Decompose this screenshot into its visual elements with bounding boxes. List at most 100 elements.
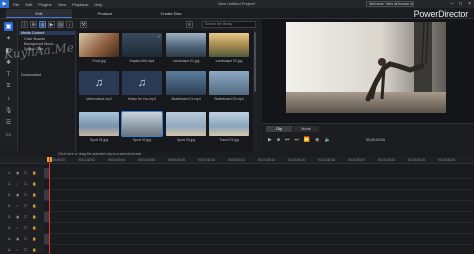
menu-help[interactable]: Help: [94, 2, 102, 7]
media-caption: Mahoroland.mp3: [86, 97, 112, 101]
next-frame-icon[interactable]: ⏭: [294, 137, 299, 143]
lock-icon[interactable]: 🔒: [32, 215, 36, 219]
lock-icon[interactable]: 🔒: [32, 226, 36, 230]
track-enable-checkbox[interactable]: ☐: [24, 237, 27, 241]
all-media-icon[interactable]: ▦: [39, 21, 46, 28]
chapter-room-icon[interactable]: ☰: [4, 118, 13, 127]
playhead[interactable]: [49, 157, 50, 254]
import-media-icon[interactable]: ⇩: [21, 21, 28, 28]
media-thumbnail-image: [79, 33, 119, 57]
track-enable-checkbox[interactable]: ☐: [24, 226, 27, 230]
video-track-icon[interactable]: ▣: [16, 171, 19, 175]
media-room-icon[interactable]: ▣: [4, 22, 13, 31]
audio-track-icon[interactable]: ♪: [16, 182, 18, 186]
tab-produce[interactable]: Produce: [72, 9, 138, 18]
tree-item-media-content[interactable]: Media Content: [19, 31, 75, 35]
scrollbar-thumb[interactable]: [254, 32, 256, 92]
tab-clip[interactable]: Clip: [266, 126, 292, 132]
library-scrollbar[interactable]: [253, 30, 257, 151]
tab-edit[interactable]: Edit: [6, 9, 72, 18]
tree-item-downloaded[interactable]: Downloaded: [21, 73, 41, 77]
library-toolbar: ⇩ ⊕ ▦ ▶ ▨ ♪ ⚒ ≡ Search the library: [18, 19, 260, 30]
lock-icon[interactable]: 🔒: [32, 171, 36, 175]
track-enable-checkbox[interactable]: ☐: [24, 182, 27, 186]
menu-view[interactable]: View: [57, 2, 66, 7]
media-thumb[interactable]: ♫ Mahoroland.mp3: [79, 71, 119, 103]
tab-movie[interactable]: Movie: [293, 126, 319, 132]
ruler-tick: 00;07;30;10: [198, 158, 215, 162]
lock-icon[interactable]: 🔒: [32, 204, 36, 208]
media-thumbnail-image: [166, 112, 206, 136]
timeline-track[interactable]: 4. ♪ ☐ 🔒: [0, 244, 474, 254]
media-thumbnail-image: [122, 33, 162, 57]
transition-room-icon[interactable]: ⧖: [4, 82, 13, 91]
track-header: 4. ♪ ☐ 🔒: [0, 244, 44, 254]
project-title: New Untitled Project*: [218, 1, 256, 6]
media-thumb[interactable]: ♫ Music for You.mp3: [122, 71, 162, 103]
voice-over-icon[interactable]: 🎙: [4, 106, 13, 115]
tree-item-color-boards[interactable]: Color Boards: [24, 37, 45, 41]
media-thumb[interactable]: Travel 01.jpg: [209, 112, 249, 144]
media-thumb[interactable]: Skateboard 01.mp4: [166, 71, 206, 103]
video-track-icon[interactable]: ▣: [16, 237, 19, 241]
lock-icon[interactable]: 🔒: [32, 182, 36, 186]
audio-filter-icon[interactable]: ♪: [66, 21, 73, 28]
menu-file[interactable]: File: [13, 2, 19, 7]
window-controls: – □ ×: [450, 0, 471, 8]
subtitle-room-icon[interactable]: ▭: [4, 130, 13, 139]
menu-playback[interactable]: Playback: [72, 2, 88, 7]
music-note-icon: ♫: [122, 71, 162, 95]
volume-icon[interactable]: 🔈: [325, 137, 331, 143]
brand-title: PowerDirector: [413, 9, 469, 19]
tab-create-disc[interactable]: Create Disc: [138, 9, 204, 18]
tutorial-notice[interactable]: Welcome: View all tutorial videos here!: [366, 1, 414, 7]
lock-icon[interactable]: 🔒: [32, 193, 36, 197]
snapshot-icon[interactable]: ◉: [315, 137, 319, 143]
timeline-ruler[interactable]: 00;00;00;00 00;01;30;02 00;03;00;04 00;04;3…: [0, 157, 474, 164]
maximize-icon[interactable]: □: [459, 0, 462, 8]
play-icon[interactable]: ▶: [268, 137, 272, 143]
image-filter-icon[interactable]: ▨: [57, 21, 64, 28]
audio-track-icon[interactable]: ♪: [16, 226, 18, 230]
timeline-tracks: 1. ▣ ☐ 🔒 1. ♪ ☐ 🔒 2. ▣ ☐ 🔒 2. ♪ ☐ 🔒 3. ▣ ☐ 🔒 3. ♪ ☐ 🔒 4. ▣ ☐ 🔒 4. ♪ ☐ 🔒: [0, 164, 474, 254]
app-logo-icon: ▶: [0, 0, 9, 8]
preview-window[interactable]: [286, 22, 446, 113]
minimize-icon[interactable]: –: [450, 0, 453, 8]
lock-icon[interactable]: 🔒: [32, 237, 36, 241]
media-caption: Sport 03.jpg: [176, 138, 196, 142]
fx-room-icon[interactable]: ✦: [4, 34, 13, 43]
media-thumb[interactable]: Sport 03.jpg: [166, 112, 206, 144]
lock-icon[interactable]: 🔒: [32, 248, 36, 252]
tool-icon[interactable]: ⚒: [80, 21, 87, 28]
video-track-icon[interactable]: ▣: [16, 193, 19, 197]
audio-track-icon[interactable]: ♪: [16, 204, 18, 208]
track-enable-checkbox[interactable]: ☐: [24, 215, 27, 219]
audio-mixing-icon[interactable]: ♪: [4, 94, 13, 103]
audio-track-icon[interactable]: ♪: [16, 248, 18, 252]
menu-plugins[interactable]: Plugins: [38, 2, 51, 7]
media-thumb[interactable]: ✔ Kayaks.Mvi.mp4: [122, 33, 162, 65]
close-icon[interactable]: ×: [468, 0, 471, 8]
library-search-input[interactable]: Search the library: [202, 21, 256, 28]
track-enable-checkbox[interactable]: ☐: [24, 193, 27, 197]
main-menu: File Edit Plugins View Playback Help: [13, 2, 103, 7]
fast-forward-icon[interactable]: ⏩: [304, 137, 310, 143]
plugins-icon[interactable]: ⊕: [30, 21, 37, 28]
media-thumb[interactable]: Food.jpg: [79, 33, 119, 65]
track-enable-checkbox[interactable]: ☐: [24, 248, 27, 252]
media-thumb[interactable]: Landscape 02.jpg: [209, 33, 249, 65]
track-enable-checkbox[interactable]: ☐: [24, 204, 27, 208]
track-enable-checkbox[interactable]: ☐: [24, 171, 27, 175]
media-thumb[interactable]: Landscape 01.jpg: [166, 33, 206, 65]
menu-edit[interactable]: Edit: [25, 2, 32, 7]
media-thumb[interactable]: Sport 02.jpg: [121, 111, 163, 144]
view-mode-icon[interactable]: ≡: [186, 21, 193, 28]
stop-icon[interactable]: ■: [277, 137, 280, 143]
video-track-icon[interactable]: ▣: [16, 215, 19, 219]
title-room-icon[interactable]: T: [4, 70, 13, 79]
media-thumb[interactable]: Skateboard 02.mp4: [209, 71, 249, 103]
ruler-tick: 00;19;30;26: [438, 158, 455, 162]
media-thumb[interactable]: Sport 01.jpg: [79, 112, 119, 144]
video-filter-icon[interactable]: ▶: [48, 21, 55, 28]
previous-frame-icon[interactable]: ⏮: [285, 137, 290, 143]
